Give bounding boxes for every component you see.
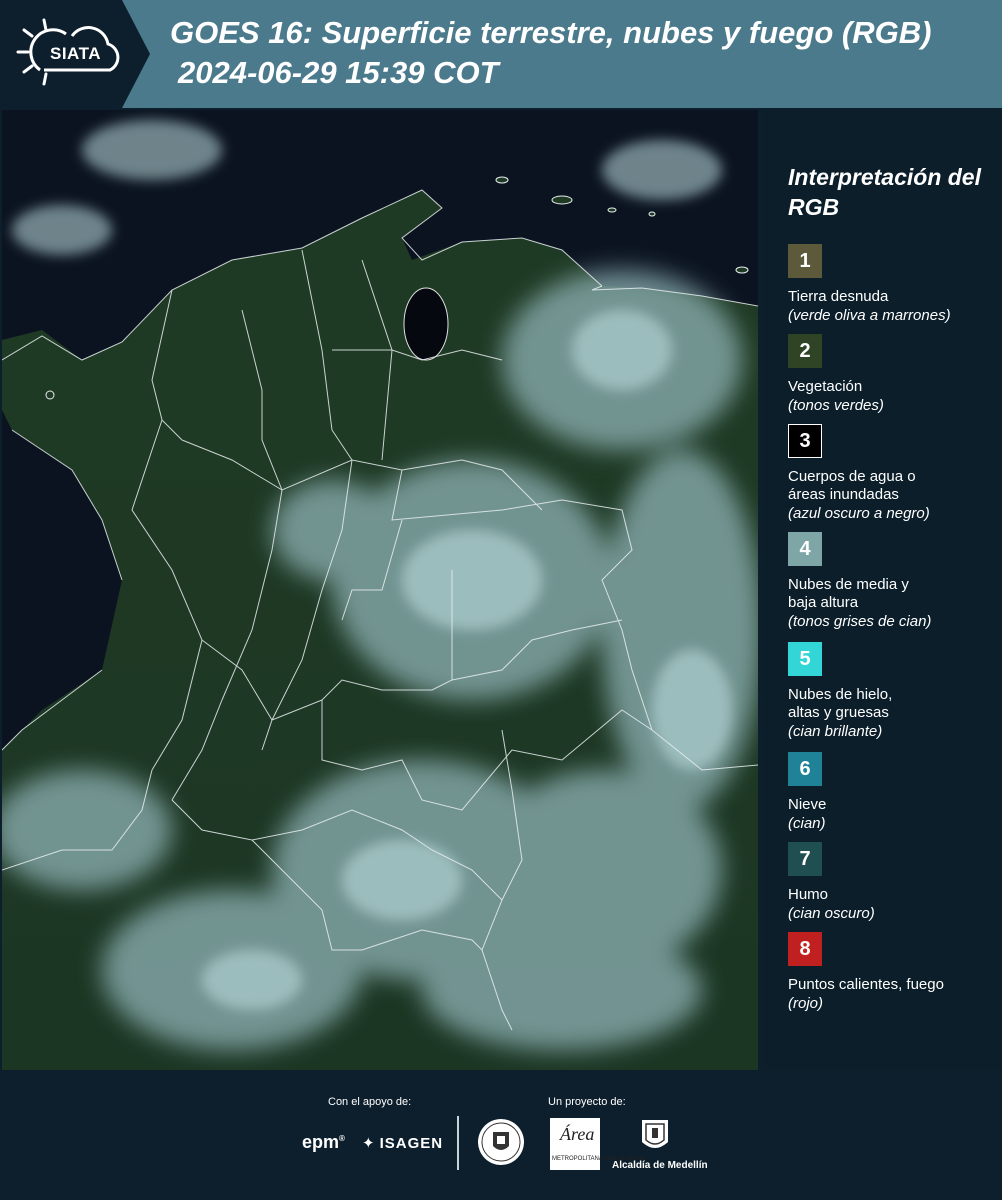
epm-logo-text: epm xyxy=(302,1132,340,1152)
support-label: Con el apoyo de: xyxy=(328,1096,412,1108)
legend-swatch: 2 xyxy=(788,334,822,368)
legend-swatch: 8 xyxy=(788,932,822,966)
area-metropolitana-logo: Área METROPOLITANA Valle de Aburrá xyxy=(550,1118,645,1170)
legend-item-snow: 6 Nieve (cian) xyxy=(788,752,998,833)
satellite-map[interactable] xyxy=(2,110,758,1070)
header-banner: SIATA GOES 16: Superficie terrestre, nub… xyxy=(0,0,1002,108)
legend-item-ice-clouds: 5 Nubes de hielo, altas y gruesas (cian … xyxy=(788,642,998,741)
amva-logo-main: Área xyxy=(560,1124,595,1144)
legend-item-desc: (tonos grises de cian) xyxy=(788,613,932,630)
legend-item-desc: (azul oscuro a negro) xyxy=(788,505,930,522)
legend-item-water: 3 Cuerpos de agua o áreas inundadas (azu… xyxy=(788,424,998,523)
legend-item-mid-clouds: 4 Nubes de media y baja altura (tonos gr… xyxy=(788,532,998,631)
epm-logo: epm® xyxy=(302,1132,345,1152)
legend-item-smoke: 7 Humo (cian oscuro) xyxy=(788,842,998,923)
legend-swatch: 4 xyxy=(788,532,822,566)
legend-item-bare-soil: 1 Tierra desnuda (verde oliva a marrones… xyxy=(788,244,998,325)
isagen-mark-icon: ✦ xyxy=(362,1135,376,1152)
legend-item-desc: (cian) xyxy=(788,815,826,832)
legend-swatch: 1 xyxy=(788,244,822,278)
project-label: Un proyecto de: xyxy=(548,1096,626,1108)
legend-item-label: Cuerpos de agua o áreas inundadas xyxy=(788,468,916,503)
legend-item-label: Tierra desnuda xyxy=(788,288,889,305)
legend-item-label: Vegetación xyxy=(788,378,863,395)
legend-swatch: 3 xyxy=(788,424,822,458)
siata-logo: SIATA xyxy=(0,0,150,108)
legend-title: Interpretación del RGB xyxy=(788,164,981,220)
legend-item-desc: (tonos verdes) xyxy=(788,397,884,414)
footer-divider xyxy=(457,1116,459,1170)
legend-item-label: Humo xyxy=(788,886,829,903)
alcaldia-logo-text: Alcaldía de Medellín xyxy=(612,1160,708,1171)
footer: Con el apoyo de: Un proyecto de: epm® ✦ I… xyxy=(0,1070,1002,1200)
alcaldia-shield-icon xyxy=(640,1118,670,1156)
isagen-logo-text: ISAGEN xyxy=(379,1135,444,1152)
legend-panel: Interpretación del RGB 1 Tierra desnuda … xyxy=(762,110,1002,1070)
legend-swatch: 6 xyxy=(788,752,822,786)
siata-logo-text: SIATA xyxy=(50,44,101,63)
legend-item-label: Nieve xyxy=(788,796,827,813)
legend-item-fire: 8 Puntos calientes, fuego (rojo) xyxy=(788,932,998,1013)
university-seal-icon xyxy=(477,1118,525,1166)
legend-swatch: 5 xyxy=(788,642,822,676)
timestamp: 2024-06-29 15:39 COT xyxy=(178,55,499,90)
legend-item-desc: (rojo) xyxy=(788,995,824,1012)
legend-item-label: Nubes de hielo, altas y gruesas xyxy=(788,686,893,721)
legend-item-desc: (cian brillante) xyxy=(788,723,883,740)
isagen-logo: ✦ ISAGEN xyxy=(362,1134,443,1152)
legend-item-label: Puntos calientes, fuego xyxy=(788,976,944,993)
legend-item-desc: (cian oscuro) xyxy=(788,905,875,922)
legend-item-label: Nubes de media y baja altura xyxy=(788,576,909,611)
legend-item-desc: (verde oliva a marrones) xyxy=(788,307,951,324)
page-title: GOES 16: Superficie terrestre, nubes y f… xyxy=(170,15,932,50)
legend-swatch: 7 xyxy=(788,842,822,876)
legend-item-vegetation: 2 Vegetación (tonos verdes) xyxy=(788,334,998,415)
